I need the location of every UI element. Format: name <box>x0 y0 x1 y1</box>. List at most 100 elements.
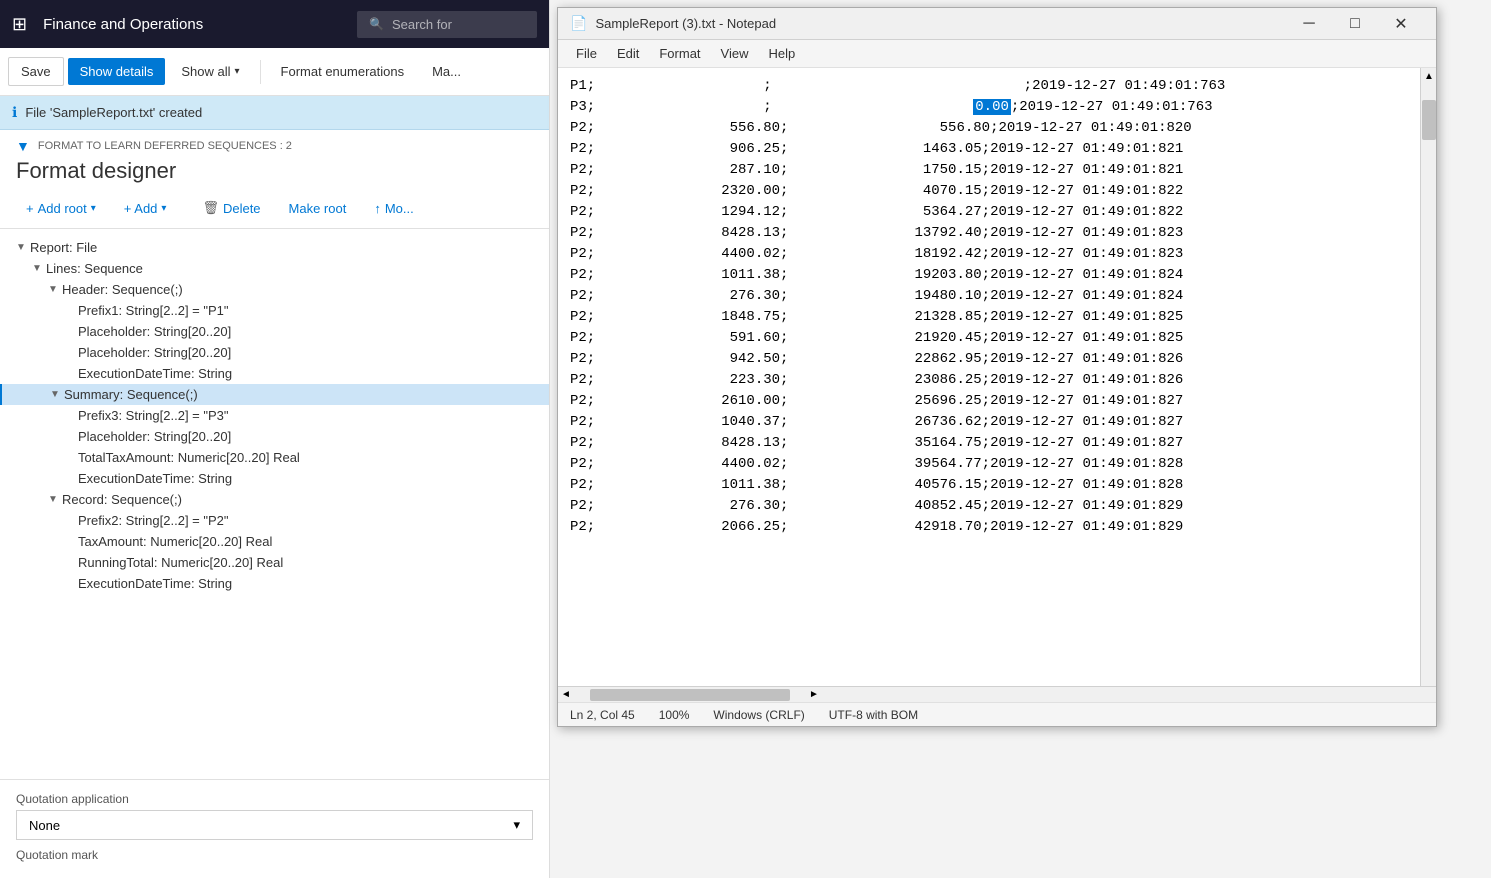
notepad-text[interactable]: P1; ; ;2019-12-27 01:49:01:763 P3; ; 0.0… <box>558 68 1436 686</box>
notepad-window: 📄 SampleReport (3).txt - Notepad ─ □ ✕ F… <box>557 7 1437 727</box>
filter-icon[interactable]: ▼ <box>16 138 30 154</box>
menu-view[interactable]: View <box>711 42 759 65</box>
tree-label-record-sequence: Record: Sequence(;) <box>62 492 182 507</box>
notepad-icon: 📄 <box>570 15 587 32</box>
quotation-application-select[interactable]: None ▾ <box>16 810 533 840</box>
quotation-mark-label: Quotation mark <box>16 848 533 862</box>
tree-item-runningtotal[interactable]: RunningTotal: Numeric[20..20] Real <box>0 552 549 573</box>
delete-icon: 🗑 <box>202 200 219 216</box>
text-line-11: P2; 1848.75; 21328.85;2019-12-27 01:49:0… <box>570 309 1183 325</box>
text-line-14: P2; 223.30; 23086.25;2019-12-27 01:49:01… <box>570 372 1183 388</box>
hscrollbar-thumb[interactable] <box>590 689 790 701</box>
tree-item-record-sequence[interactable]: Record: Sequence(;) <box>0 489 549 510</box>
text-line-17: P2; 8428.13; 35164.75;2019-12-27 01:49:0… <box>570 435 1183 451</box>
tree-label-execdate3: ExecutionDateTime: String <box>78 576 232 591</box>
show-all-button[interactable]: Show all ▾ <box>169 58 251 85</box>
text-line-1: P3; ; 0.00;2019-12-27 01:49:01:763 <box>570 99 1213 115</box>
horizontal-scrollbar[interactable]: ◄ ► <box>558 686 1436 702</box>
tree-container[interactable]: Report: File Lines: Sequence Header: Seque… <box>0 229 549 779</box>
tree-item-taxamount[interactable]: TaxAmount: Numeric[20..20] Real <box>0 531 549 552</box>
menu-help[interactable]: Help <box>758 42 805 65</box>
scrollbar-thumb[interactable] <box>1422 100 1436 140</box>
top-bar: ⊞ Finance and Operations 🔍 Search for <box>0 0 549 48</box>
quotation-section: Quotation application None ▾ <box>16 792 533 840</box>
tree-label-execdate2: ExecutionDateTime: String <box>78 471 232 486</box>
add-root-button[interactable]: + Add root ▾ <box>16 197 106 220</box>
tree-item-execdate1[interactable]: ExecutionDateTime: String <box>0 363 549 384</box>
tree-item-execdate3[interactable]: ExecutionDateTime: String <box>0 573 549 594</box>
make-root-button[interactable]: Make root <box>279 197 357 220</box>
show-details-button[interactable]: Show details <box>68 58 166 85</box>
tree-item-report-file[interactable]: Report: File <box>0 237 549 258</box>
tree-item-execdate2[interactable]: ExecutionDateTime: String <box>0 468 549 489</box>
move-button[interactable]: ↑ Mo... <box>364 197 423 220</box>
designer-area: ▼ FORMAT TO LEARN DEFERRED SEQUENCES : 2… <box>0 130 549 878</box>
designer-title: Format designer <box>16 158 533 184</box>
designer-header: ▼ FORMAT TO LEARN DEFERRED SEQUENCES : 2… <box>0 130 549 188</box>
tree-item-lines-sequence[interactable]: Lines: Sequence <box>0 258 549 279</box>
text-line-6: P2; 1294.12; 5364.27;2019-12-27 01:49:01… <box>570 204 1183 220</box>
tree-label-header-sequence: Header: Sequence(;) <box>62 282 183 297</box>
chevron-down-icon: ▾ <box>235 66 240 77</box>
add-chevron-icon: ▾ <box>161 203 166 214</box>
scroll-up-arrow[interactable]: ▲ <box>1421 68 1436 84</box>
tree-label-prefix3: Prefix3: String[2..2] = "P3" <box>78 408 229 423</box>
quotation-application-label: Quotation application <box>16 792 533 806</box>
info-message: File 'SampleReport.txt' created <box>25 105 202 120</box>
tree-item-placeholder2[interactable]: Placeholder: String[20..20] <box>0 342 549 363</box>
text-line-7: P2; 8428.13; 13792.40;2019-12-27 01:49:0… <box>570 225 1183 241</box>
zoom-level: 100% <box>659 708 690 722</box>
info-bar: ℹ File 'SampleReport.txt' created <box>0 96 549 130</box>
close-button[interactable]: ✕ <box>1378 8 1424 40</box>
search-bar[interactable]: 🔍 Search for <box>357 11 537 38</box>
text-line-20: P2; 276.30; 40852.45;2019-12-27 01:49:01… <box>570 498 1183 514</box>
tree-label-placeholder1: Placeholder: String[20..20] <box>78 324 231 339</box>
text-line-18: P2; 4400.02; 39564.77;2019-12-27 01:49:0… <box>570 456 1183 472</box>
menu-edit[interactable]: Edit <box>607 42 649 65</box>
toolbar: Save Show details Show all ▾ Format enum… <box>0 48 549 96</box>
app-title: Finance and Operations <box>43 16 341 33</box>
menu-format[interactable]: Format <box>649 42 710 65</box>
tree-item-prefix3[interactable]: Prefix3: String[2..2] = "P3" <box>0 405 549 426</box>
designer-subtitle: FORMAT TO LEARN DEFERRED SEQUENCES : 2 <box>38 140 292 152</box>
tree-label-report-file: Report: File <box>30 240 97 255</box>
line-ending: Windows (CRLF) <box>713 708 804 722</box>
tree-item-placeholder3[interactable]: Placeholder: String[20..20] <box>0 426 549 447</box>
menu-file[interactable]: File <box>566 42 607 65</box>
highlighted-text: 0.00 <box>973 99 1011 115</box>
grid-icon[interactable]: ⊞ <box>12 14 27 35</box>
tree-item-prefix2[interactable]: Prefix2: String[2..2] = "P2" <box>0 510 549 531</box>
text-line-0: P1; ; ;2019-12-27 01:49:01:763 <box>570 78 1225 94</box>
tree-label-summary-sequence: Summary: Sequence(;) <box>64 387 198 402</box>
delete-button[interactable]: 🗑 Delete <box>192 196 270 220</box>
tree-label-prefix2: Prefix2: String[2..2] = "P2" <box>78 513 229 528</box>
tree-item-summary-sequence[interactable]: Summary: Sequence(;) <box>0 384 549 405</box>
bottom-panel: Quotation application None ▾ Quotation m… <box>0 779 549 878</box>
minimize-button[interactable]: ─ <box>1286 8 1332 40</box>
tree-label-taxamount: TaxAmount: Numeric[20..20] Real <box>78 534 272 549</box>
save-button[interactable]: Save <box>8 57 64 86</box>
add-button[interactable]: + Add ▾ <box>114 197 177 220</box>
tree-label-placeholder2: Placeholder: String[20..20] <box>78 345 231 360</box>
notepad-titlebar: 📄 SampleReport (3).txt - Notepad ─ □ ✕ <box>558 8 1436 40</box>
text-line-15: P2; 2610.00; 25696.25;2019-12-27 01:49:0… <box>570 393 1183 409</box>
text-line-8: P2; 4400.02; 18192.42;2019-12-27 01:49:0… <box>570 246 1183 262</box>
format-enumerations-button[interactable]: Format enumerations <box>269 58 417 85</box>
maximize-button[interactable]: □ <box>1332 8 1378 40</box>
vertical-scrollbar[interactable]: ▲ <box>1420 68 1436 686</box>
text-line-21: P2; 2066.25; 42918.70;2019-12-27 01:49:0… <box>570 519 1183 535</box>
cursor-position: Ln 2, Col 45 <box>570 708 635 722</box>
tree-item-prefix1[interactable]: Prefix1: String[2..2] = "P1" <box>0 300 549 321</box>
scroll-left-arrow[interactable]: ◄ <box>558 687 574 703</box>
tree-item-totaltaxamount[interactable]: TotalTaxAmount: Numeric[20..20] Real <box>0 447 549 468</box>
text-line-9: P2; 1011.38; 19203.80;2019-12-27 01:49:0… <box>570 267 1183 283</box>
select-chevron-icon: ▾ <box>513 817 520 833</box>
more-button[interactable]: Ma... <box>420 58 473 85</box>
scroll-right-arrow[interactable]: ► <box>806 687 822 703</box>
tree-label-totaltaxamount: TotalTaxAmount: Numeric[20..20] Real <box>78 450 300 465</box>
tree-label-execdate1: ExecutionDateTime: String <box>78 366 232 381</box>
notepad-content[interactable]: P1; ; ;2019-12-27 01:49:01:763 P3; ; 0.0… <box>558 68 1436 686</box>
text-line-19: P2; 1011.38; 40576.15;2019-12-27 01:49:0… <box>570 477 1183 493</box>
tree-item-header-sequence[interactable]: Header: Sequence(;) <box>0 279 549 300</box>
tree-item-placeholder1[interactable]: Placeholder: String[20..20] <box>0 321 549 342</box>
